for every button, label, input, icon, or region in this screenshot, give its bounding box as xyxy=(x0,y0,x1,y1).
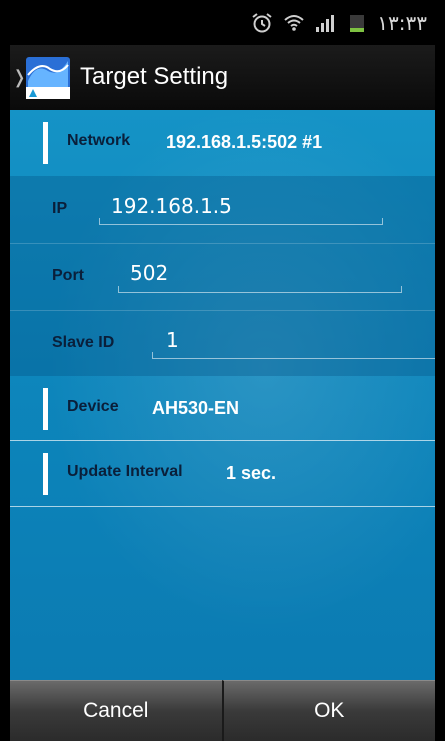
dialog-button-bar: Cancel OK xyxy=(10,680,435,741)
slave-id-label: Slave ID xyxy=(52,334,115,351)
port-field[interactable]: 502 xyxy=(130,261,168,285)
battery-icon xyxy=(349,13,365,33)
cancel-button[interactable]: Cancel xyxy=(10,680,222,741)
field-separator xyxy=(10,310,435,311)
app-screen: ١٣:٣٣ ❭ Target Setting Network 192.168.1… xyxy=(10,0,435,741)
target-settings-panel: Network 192.168.1.5:502 #1 IP 192.168.1.… xyxy=(10,110,435,680)
row-divider xyxy=(10,506,435,507)
status-icons: ١٣:٣٣ xyxy=(251,10,427,36)
action-bar: ❭ Target Setting xyxy=(10,45,435,112)
signal-icon xyxy=(315,13,339,33)
slave-id-field-underline[interactable] xyxy=(152,352,435,359)
ip-field[interactable]: 192.168.1.5 xyxy=(111,194,232,218)
update-interval-value: 1 sec. xyxy=(226,463,277,483)
chevron-left-icon[interactable]: ❭ xyxy=(12,67,27,88)
row-indicator xyxy=(43,453,48,495)
network-value: 192.168.1.5:502 #1 xyxy=(166,132,323,152)
alarm-icon xyxy=(251,12,273,34)
connection-fields: IP 192.168.1.5 Port 502 Slave ID 1 xyxy=(10,176,435,376)
ip-label: IP xyxy=(52,200,68,217)
status-clock: ١٣:٣٣ xyxy=(377,11,427,35)
ok-button[interactable]: OK xyxy=(221,680,435,741)
port-field-underline[interactable] xyxy=(118,286,402,293)
ip-field-underline[interactable] xyxy=(99,218,383,225)
update-interval-label: Update Interval xyxy=(67,463,183,480)
slave-id-field[interactable]: 1 xyxy=(166,328,179,352)
wifi-icon xyxy=(283,12,305,34)
device-value: AH530-EN xyxy=(152,398,240,418)
status-bar: ١٣:٣٣ xyxy=(10,0,435,45)
row-indicator xyxy=(43,122,48,164)
device-label: Device xyxy=(67,398,119,415)
app-logo[interactable] xyxy=(26,57,70,99)
device-row[interactable]: Device AH530-EN xyxy=(10,376,435,442)
row-indicator xyxy=(43,388,48,430)
network-row[interactable]: Network 192.168.1.5:502 #1 xyxy=(10,110,435,176)
page-title: Target Setting xyxy=(80,63,229,90)
update-interval-row[interactable]: Update Interval 1 sec. xyxy=(10,441,435,507)
port-label: Port xyxy=(52,267,84,284)
network-label: Network xyxy=(67,132,131,149)
field-separator xyxy=(10,243,435,244)
